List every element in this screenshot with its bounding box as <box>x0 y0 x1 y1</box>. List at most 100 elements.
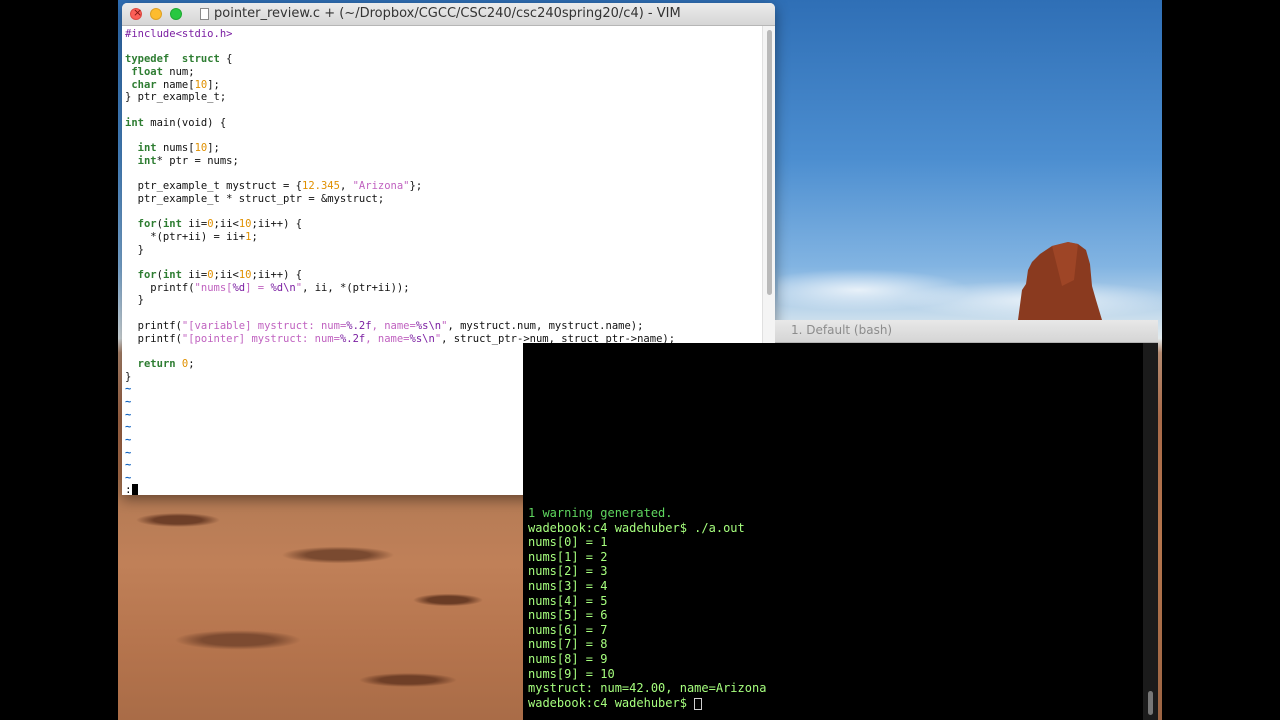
code-line[interactable]: ptr_example_t * struct_ptr = &mystruct; <box>125 193 762 206</box>
code-token: printf( <box>125 332 182 345</box>
code-token: } <box>125 294 144 307</box>
terminal-output[interactable]: 1 warning generated. wadebook:c4 wadehube… <box>523 343 1143 720</box>
code-line[interactable]: float num; <box>125 66 762 79</box>
code-token: int <box>162 218 182 231</box>
code-line[interactable]: typedef struct { <box>125 53 762 66</box>
terminal-line: mystruct: num=42.00, name=Arizona <box>528 681 767 696</box>
code-token: ;ii< <box>213 218 239 231</box>
terminal-line: nums[7] = 8 <box>528 637 608 652</box>
code-token: name[ <box>156 78 195 91</box>
code-line[interactable] <box>125 168 762 181</box>
code-line[interactable] <box>125 307 762 320</box>
code-line[interactable] <box>125 206 762 219</box>
terminal-line: nums[6] = 7 <box>528 622 608 637</box>
vim-scroll-thumb[interactable] <box>767 30 772 295</box>
code-token: for <box>137 269 157 282</box>
code-token: float <box>131 66 163 79</box>
window-title: pointer_review.c + (~/Dropbox/CGCC/CSC24… <box>214 6 681 21</box>
code-token: } ptr_example_t; <box>125 91 227 104</box>
code-token: %.2f <box>339 332 366 345</box>
code-line[interactable]: int* ptr = nums; <box>125 155 762 168</box>
zoom-window-button[interactable] <box>170 8 182 20</box>
code-token: char <box>131 78 157 91</box>
code-token: ptr_example_t mystruct = { <box>125 180 303 193</box>
code-line[interactable]: *(ptr+ii) = ii+1; <box>125 231 762 244</box>
code-token: { <box>219 53 233 66</box>
code-token: , name= <box>371 319 416 332</box>
code-line[interactable] <box>125 41 762 54</box>
code-line[interactable] <box>125 256 762 269</box>
code-token: ii= <box>181 269 208 282</box>
code-token: ii= <box>181 218 208 231</box>
terminal-titlebar[interactable]: 1. Default (bash) <box>775 320 1158 343</box>
code-line[interactable]: } <box>125 244 762 257</box>
terminal-line: nums[8] = 9 <box>528 652 608 666</box>
terminal-scrollbar[interactable] <box>1143 343 1158 720</box>
code-token: 12.345 <box>302 180 340 193</box>
minimize-window-button[interactable] <box>150 8 162 20</box>
terminal-line: nums[2] = 3 <box>528 564 608 579</box>
code-token: printf( <box>125 319 182 332</box>
code-line[interactable]: char name[10]; <box>125 79 762 92</box>
code-token: "[variable] mystruct: num= <box>181 319 347 332</box>
code-token: int <box>137 142 157 155</box>
vim-command-line[interactable]: : <box>125 484 132 496</box>
code-token: %s\n <box>409 332 435 345</box>
empty-line-marker: ~ <box>125 446 132 459</box>
terminal-line: nums[9] = 10 <box>528 666 615 681</box>
code-token: struct <box>181 53 220 66</box>
code-token: } <box>125 370 132 383</box>
terminal-line: nums[1] = 2 <box>528 549 608 564</box>
code-token: %d\n <box>270 281 296 294</box>
code-token: "nums[ <box>194 281 233 294</box>
code-token: ;ii++) { <box>251 218 303 231</box>
code-token: *(ptr+ii) = ii+ <box>125 231 246 243</box>
code-line[interactable]: ptr_example_t mystruct = {12.345, "Arizo… <box>125 180 762 193</box>
terminal-line: nums[0] = 1 <box>528 535 608 550</box>
code-token: int <box>137 154 157 167</box>
code-line[interactable]: for(int ii=0;ii<10;ii++) { <box>125 218 762 231</box>
terminal-cursor <box>694 697 703 710</box>
close-window-button[interactable] <box>130 6 142 20</box>
wallpaper-desert-floor <box>118 480 538 720</box>
code-line[interactable]: } <box>125 294 762 307</box>
terminal-tab-title[interactable]: 1. Default (bash) <box>791 323 892 337</box>
code-line[interactable]: int main(void) { <box>125 117 762 130</box>
vim-titlebar[interactable]: pointer_review.c + (~/Dropbox/CGCC/CSC24… <box>122 3 775 26</box>
code-token: , name= <box>365 332 410 345</box>
code-token: ;ii< <box>213 269 239 282</box>
terminal-line: wadebook:c4 wadehuber$ <box>528 695 695 710</box>
code-token: %.2f <box>346 319 372 332</box>
code-token: * ptr = nums; <box>156 154 239 167</box>
code-line[interactable] <box>125 130 762 143</box>
terminal-window[interactable]: 1. Default (bash) unused variable 'struc… <box>523 320 1158 720</box>
terminal-line: nums[4] = 5 <box>528 593 608 608</box>
code-line[interactable]: printf("nums[%d] = %d\n", ii, *(ptr+ii))… <box>125 282 762 295</box>
code-token: , ii, *(ptr+ii)); <box>302 281 410 294</box>
code-line[interactable]: for(int ii=0;ii<10;ii++) { <box>125 269 762 282</box>
code-token: int <box>125 116 144 129</box>
code-token: ]; <box>207 142 220 155</box>
code-line[interactable]: } ptr_example_t; <box>125 91 762 104</box>
empty-line-marker: ~ <box>125 383 132 396</box>
code-token: #include<stdio.h> <box>125 28 233 40</box>
code-line[interactable]: int nums[10]; <box>125 142 762 155</box>
empty-line-marker: ~ <box>125 434 132 446</box>
terminal-scroll-thumb[interactable] <box>1148 691 1153 715</box>
code-line[interactable]: #include<stdio.h> <box>125 28 762 41</box>
terminal-line: nums[3] = 4 <box>528 579 608 593</box>
code-token: ]; <box>207 78 220 91</box>
empty-line-marker: ~ <box>125 408 132 421</box>
code-token: 10 <box>194 78 208 91</box>
code-line[interactable] <box>125 104 762 117</box>
code-token: int <box>162 269 182 282</box>
code-token: ;ii++) { <box>251 269 303 282</box>
empty-line-marker: ~ <box>125 421 132 434</box>
code-token: } <box>125 243 144 256</box>
code-token: ; <box>251 231 258 243</box>
code-token: nums[ <box>156 142 195 155</box>
